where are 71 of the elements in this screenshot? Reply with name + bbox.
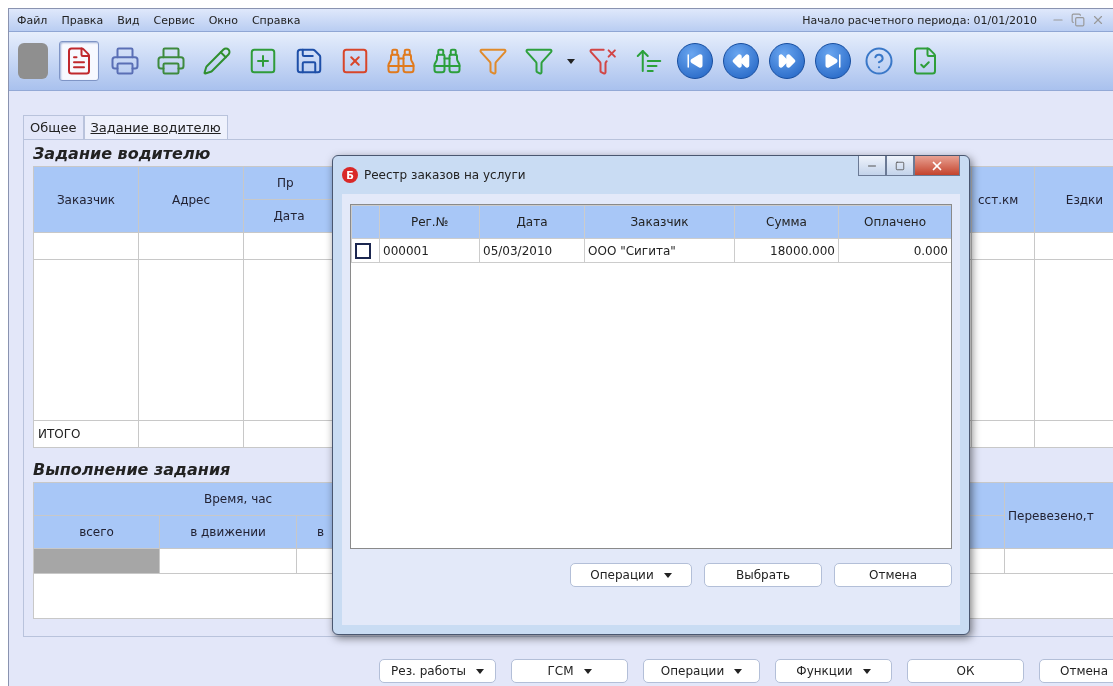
- caret-icon: [583, 668, 592, 674]
- menu-item[interactable]: Файл: [17, 13, 48, 27]
- tab[interactable]: Общее: [23, 115, 84, 139]
- button[interactable]: Отмена: [834, 563, 952, 587]
- printer-icon: [110, 46, 140, 76]
- row-checkbox[interactable]: [355, 242, 371, 259]
- column-header: сст.км: [971, 166, 1035, 233]
- tab[interactable]: Задание водителю: [83, 115, 228, 139]
- search-icon: [432, 46, 462, 76]
- caret-icon: [475, 668, 484, 674]
- blank-tile-icon: [18, 43, 48, 79]
- filter-icon: [524, 46, 554, 76]
- dropdown-button[interactable]: ГСМ: [511, 659, 628, 683]
- add-icon: [248, 46, 278, 76]
- column-header: Сумма: [734, 205, 839, 239]
- dropdown-button[interactable]: Операции: [643, 659, 760, 683]
- maximize-button[interactable]: [886, 156, 914, 176]
- filter-clear-icon: [588, 46, 618, 76]
- close-button[interactable]: [914, 156, 960, 176]
- period-label: Начало расчетного периода: 01/01/2010: [802, 13, 1037, 27]
- printer-icon: [156, 46, 186, 76]
- menu-item[interactable]: Окно: [208, 13, 238, 27]
- button[interactable]: ОК: [907, 659, 1024, 683]
- restore-icon[interactable]: [1071, 13, 1085, 27]
- delete-icon: [340, 46, 370, 76]
- menu-item[interactable]: Правка: [61, 13, 104, 27]
- table-cell: 000001: [379, 238, 480, 263]
- dropdown-button[interactable]: Функции: [775, 659, 892, 683]
- column-header: Заказчик: [33, 166, 139, 233]
- fast-forward-icon: [778, 52, 796, 70]
- column-header: Дата: [243, 199, 335, 233]
- table-cell: 18000.000: [734, 238, 839, 263]
- dialog-title: Реестр заказов на услуги: [364, 168, 526, 182]
- filter-icon: [478, 46, 508, 76]
- save-icon: [294, 46, 324, 76]
- skip-back-icon: [686, 52, 704, 70]
- column-header: всего: [33, 515, 160, 549]
- minimize-button[interactable]: [858, 156, 886, 176]
- column-header: Ездки: [1034, 166, 1113, 233]
- maximize-icon: [895, 160, 905, 171]
- column-header: Рег.№: [379, 205, 480, 239]
- column-header: Заказчик: [584, 205, 735, 239]
- column-header: Дата: [479, 205, 585, 239]
- caret-icon: [862, 668, 871, 674]
- caret-icon: [734, 668, 743, 674]
- section-title: Выполнение задания: [33, 460, 231, 481]
- rewind-icon: [732, 52, 750, 70]
- button[interactable]: Отмена: [1039, 659, 1113, 683]
- column-header: Оплачено: [838, 205, 951, 239]
- pencil-icon: [202, 46, 232, 76]
- column-header: Перевезено,т: [1004, 482, 1113, 549]
- close-icon[interactable]: [1091, 13, 1105, 27]
- button[interactable]: Выбрать: [704, 563, 822, 587]
- menu-item[interactable]: Справка: [251, 13, 301, 27]
- app-logo-icon: Б: [342, 167, 358, 183]
- search-icon: [386, 46, 416, 76]
- caret-icon: [663, 572, 672, 578]
- menu-item[interactable]: Вид: [117, 13, 140, 27]
- caret-icon: [567, 58, 575, 64]
- section-title: Задание водителю: [33, 144, 211, 165]
- table-cell: ООО "Сигита": [584, 238, 735, 263]
- menu-item[interactable]: Сервис: [153, 13, 195, 27]
- total-label: ИТОГО: [33, 420, 139, 448]
- help-icon: [864, 46, 894, 76]
- dropdown-button[interactable]: Операции: [570, 563, 692, 587]
- dropdown-button[interactable]: Рез. работы: [379, 659, 496, 683]
- table-cell: 05/03/2010: [479, 238, 585, 263]
- skip-forward-icon: [824, 52, 842, 70]
- column-header: в движении: [159, 515, 297, 549]
- toolbar-button[interactable]: [59, 41, 99, 81]
- column-header: Адрес: [138, 166, 244, 233]
